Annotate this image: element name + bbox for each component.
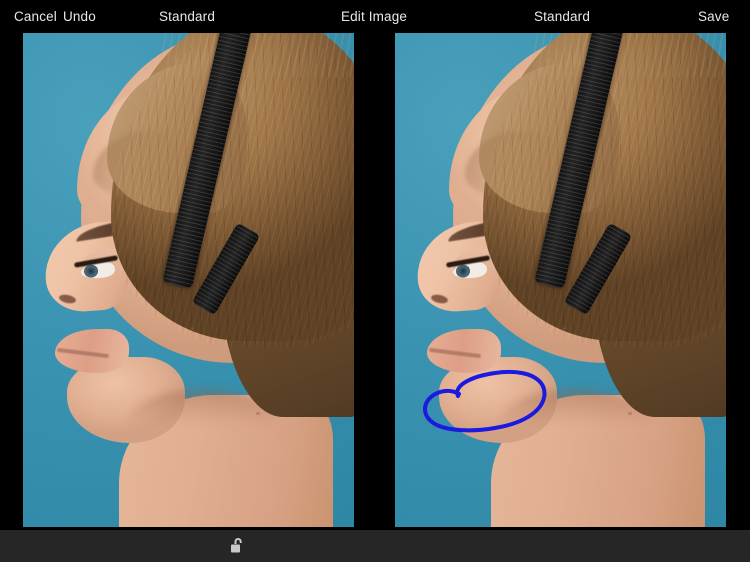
undo-button[interactable]: Undo	[63, 8, 96, 25]
right-preset-button[interactable]: Standard	[534, 8, 590, 25]
skin-mole	[191, 327, 194, 330]
hair-wisps	[161, 33, 354, 77]
cancel-button[interactable]: Cancel	[14, 8, 57, 25]
after-image-panel[interactable]	[395, 33, 726, 527]
edit-image-screen: Cancel Undo Standard Edit Image Standard…	[0, 0, 750, 562]
skin-mole	[628, 412, 632, 415]
top-bar: Cancel Undo Standard Edit Image Standard…	[0, 0, 750, 33]
skin-mole	[563, 327, 566, 330]
before-image-panel[interactable]	[23, 33, 354, 527]
hair-wisps	[533, 33, 726, 77]
patient-profile-photo-before	[23, 33, 354, 527]
page-title: Edit Image	[341, 9, 408, 24]
save-button[interactable]: Save	[698, 8, 729, 25]
bottom-toolbar: < 1x >	[0, 530, 750, 562]
head-figure	[41, 33, 354, 527]
left-preset-button[interactable]: Standard	[159, 8, 215, 25]
unlocked-padlock-icon[interactable]	[225, 534, 247, 558]
padlock-glyph	[230, 538, 242, 553]
iris-shape	[455, 264, 471, 279]
patient-profile-photo-after	[395, 33, 726, 527]
iris-shape	[83, 264, 99, 279]
skin-mole	[256, 412, 260, 415]
head-figure	[413, 33, 726, 527]
